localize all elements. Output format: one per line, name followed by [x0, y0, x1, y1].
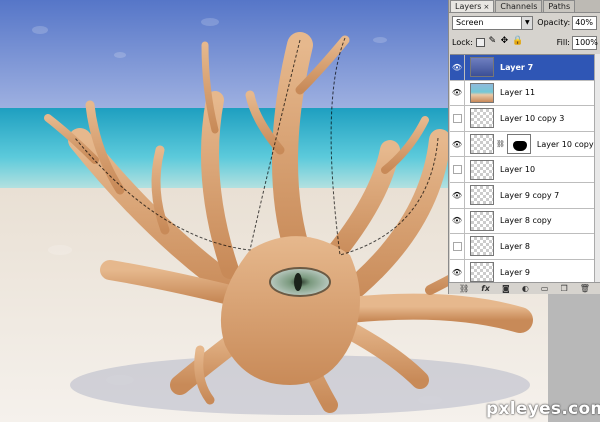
layers-scrollbar[interactable] — [594, 54, 600, 282]
trash-icon[interactable]: 🗑 — [580, 284, 590, 294]
layer-name: Layer 10 copy — [536, 139, 594, 149]
layer-name: Layer 9 copy 7 — [500, 190, 560, 200]
fill-input[interactable]: 100% — [572, 35, 598, 50]
folder-icon[interactable]: ▭ — [541, 284, 549, 294]
layer-row[interactable]: Layer 10 copy 3 — [450, 106, 599, 132]
visibility-eye-icon[interactable]: 👁 — [450, 182, 465, 208]
lock-move-icon[interactable]: ✥ — [500, 37, 509, 47]
tab-channels[interactable]: Channels — [495, 0, 543, 12]
layer-name: Layer 11 — [500, 88, 536, 98]
visibility-off-box[interactable] — [450, 157, 465, 182]
layer-row[interactable]: 👁 Layer 7 — [450, 55, 599, 81]
layers-panel: Layers × Channels Paths Screen ▼ Opacity:… — [448, 0, 600, 294]
layer-row[interactable]: 👁 ⛓ Layer 10 copy — [450, 131, 599, 158]
tab-paths-label: Paths — [548, 2, 571, 11]
layer-row[interactable]: 👁 Layer 8 copy — [450, 208, 599, 235]
layer-thumbnail — [470, 262, 494, 282]
visibility-eye-icon[interactable]: 👁 — [450, 208, 465, 234]
layer-name: Layer 8 — [500, 241, 530, 251]
visibility-eye-icon[interactable]: 👁 — [450, 131, 465, 157]
chevron-down-icon[interactable]: ▼ — [521, 16, 533, 29]
visibility-eye-icon[interactable]: 👁 — [450, 259, 465, 282]
lock-paint-icon[interactable]: ✎ — [488, 37, 497, 47]
layer-thumbnail — [470, 236, 494, 257]
chain-link-icon[interactable]: ⛓ — [496, 140, 505, 148]
fx-icon[interactable]: fx — [481, 284, 490, 294]
watermark-text: pxleyes.com — [486, 399, 600, 419]
layer-thumbnail — [470, 159, 494, 180]
layer-row[interactable]: 👁 Layer 9 — [450, 259, 599, 282]
blend-mode-value: Screen — [456, 17, 484, 27]
layer-name: Layer 10 copy 3 — [500, 113, 565, 123]
tab-layers-label: Layers — [455, 2, 482, 11]
layers-list: 👁 Layer 7 👁 Layer 11 Layer 10 copy 3 👁 ⛓… — [450, 54, 599, 282]
lock-label: Lock: — [452, 38, 473, 47]
tab-paths[interactable]: Paths — [543, 0, 576, 12]
visibility-off-box[interactable] — [450, 106, 465, 131]
panel-tabs: Layers × Channels Paths — [449, 0, 600, 13]
lock-fill-row: Lock: ✎ ✥ 🔒 Fill: 100% — [452, 34, 598, 51]
blend-opacity-row: Screen ▼ Opacity: 40% — [452, 14, 597, 31]
layer-thumbnail — [470, 134, 494, 155]
lock-all-icon[interactable]: 🔒 — [512, 37, 523, 47]
layer-thumbnail — [470, 108, 494, 129]
lock-transparent-icon[interactable] — [475, 38, 485, 47]
layer-name: Layer 8 copy — [500, 216, 552, 226]
visibility-off-box[interactable] — [450, 234, 465, 259]
tab-layers[interactable]: Layers × — [450, 0, 495, 12]
layer-mask-thumbnail[interactable] — [506, 134, 531, 155]
fill-label: Fill: — [556, 38, 570, 47]
layer-row[interactable]: Layer 8 — [450, 234, 599, 260]
new-layer-icon[interactable]: ❐ — [561, 284, 568, 294]
layer-thumbnail — [470, 57, 494, 78]
layer-thumbnail — [470, 82, 494, 103]
layer-row[interactable]: 👁 Layer 11 — [450, 80, 599, 107]
opacity-input[interactable]: 40% — [572, 15, 597, 30]
blend-mode-select[interactable]: Screen ▼ — [452, 15, 534, 30]
layer-name: Layer 7 — [500, 62, 534, 72]
layer-thumbnail — [470, 185, 494, 206]
layer-row[interactable]: 👁 Layer 9 copy 7 — [450, 182, 599, 209]
tab-channels-label: Channels — [500, 2, 538, 11]
layer-name: Layer 10 — [500, 165, 536, 175]
link-icon[interactable]: ⛓ — [459, 284, 469, 294]
close-icon[interactable]: × — [483, 3, 489, 11]
opacity-label: Opacity: — [537, 18, 571, 27]
visibility-eye-icon[interactable]: 👁 — [450, 80, 465, 106]
layer-name: Layer 9 — [500, 267, 530, 277]
adjustment-icon[interactable]: ◐ — [522, 284, 529, 294]
layer-thumbnail — [470, 210, 494, 231]
mask-icon[interactable]: ◙ — [502, 284, 510, 294]
panel-footer: ⛓ fx ◙ ◐ ▭ ❐ 🗑 — [449, 282, 600, 294]
visibility-eye-icon[interactable]: 👁 — [450, 55, 465, 80]
layer-row[interactable]: Layer 10 — [450, 157, 599, 183]
